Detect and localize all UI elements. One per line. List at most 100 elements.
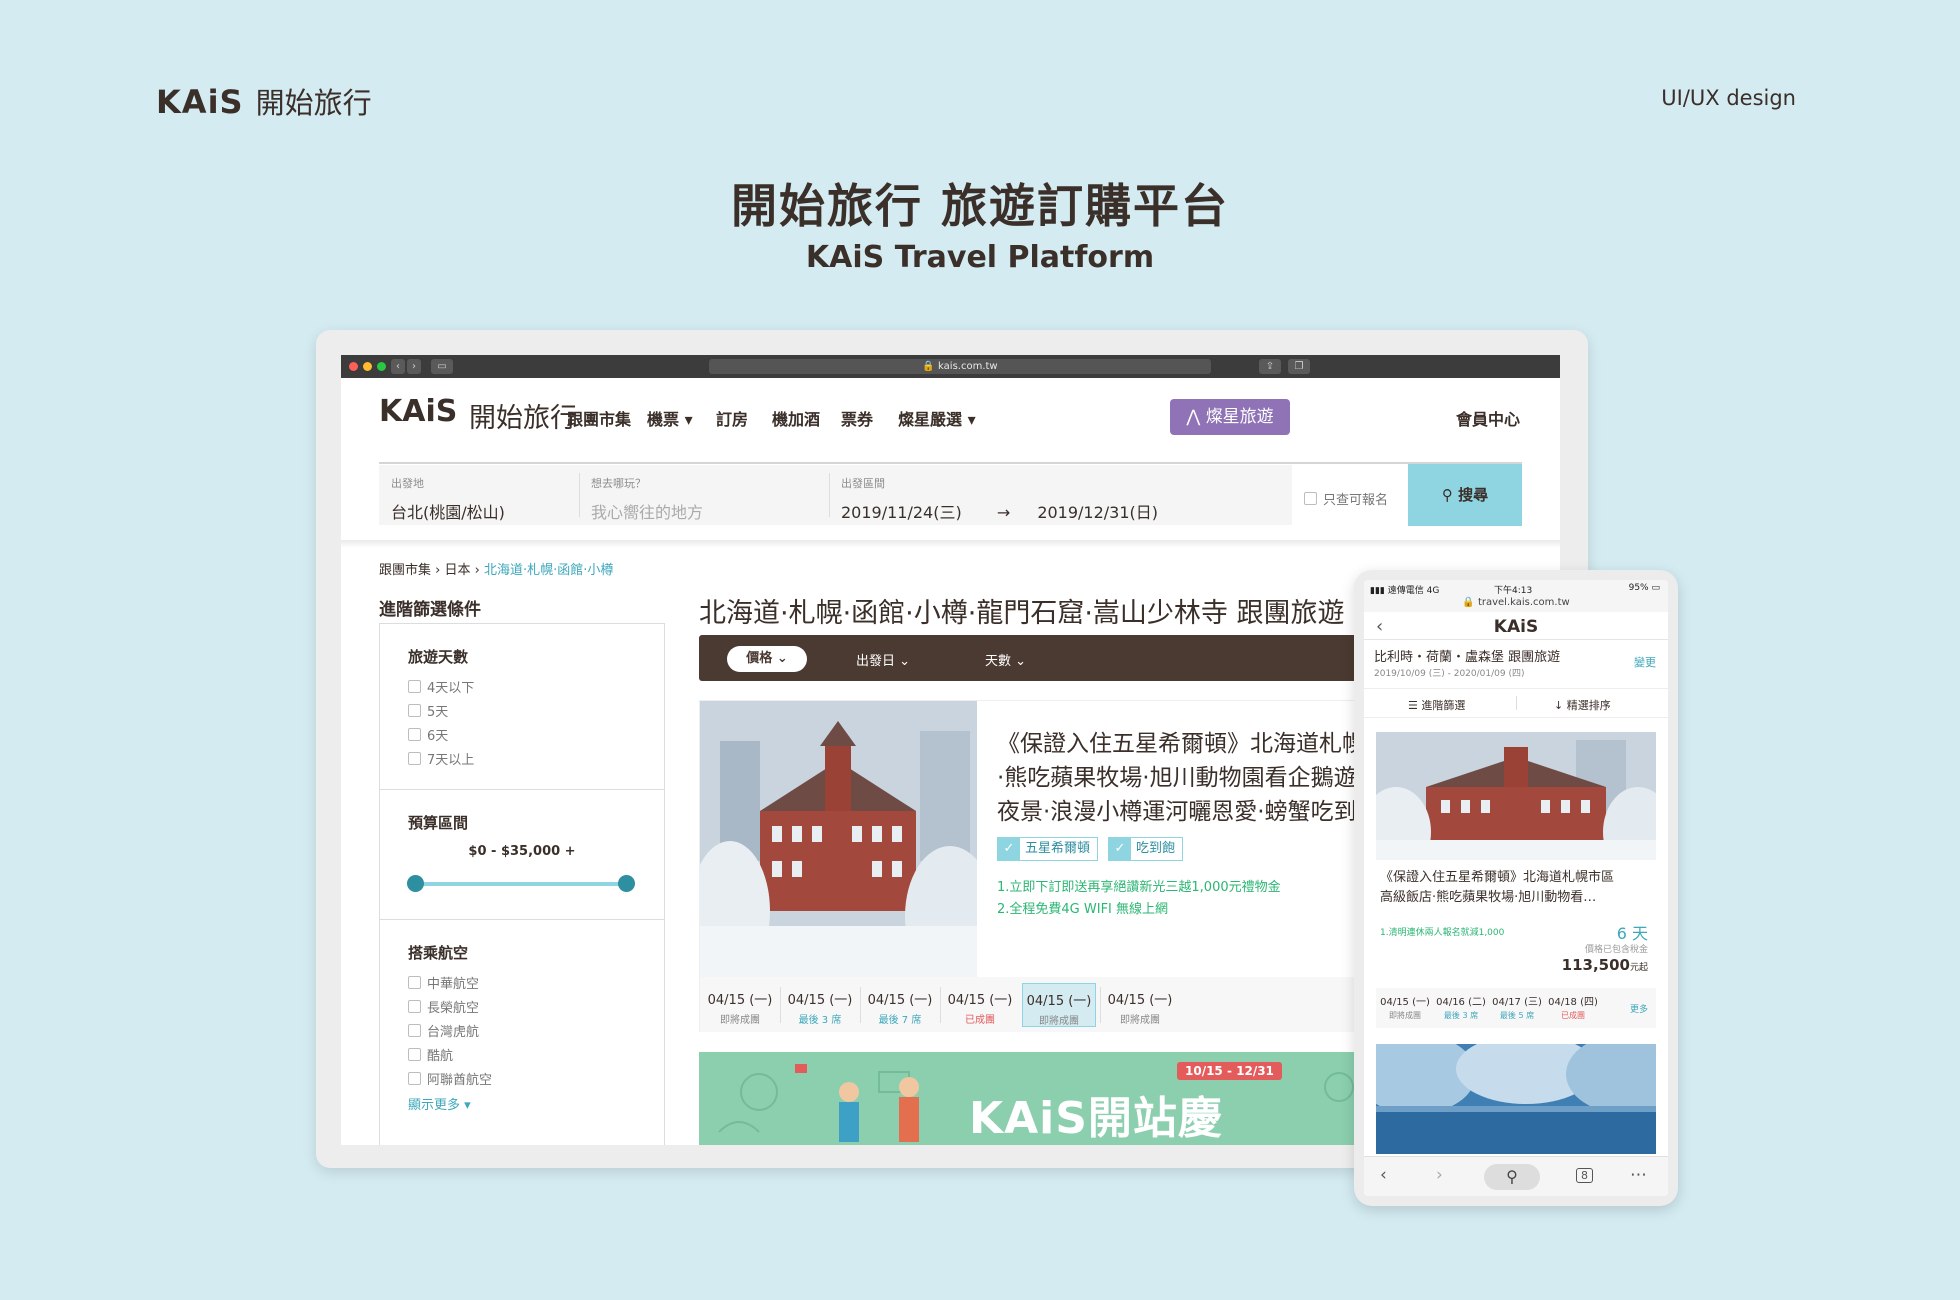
banner-date-badge: 10/15 - 12/31 <box>1177 1062 1282 1080</box>
back-icon[interactable]: ‹ <box>391 359 405 374</box>
airline-option[interactable]: 酷航 <box>408 1045 453 1064</box>
departure-status: 即將成團 <box>720 1015 760 1026</box>
close-window-icon[interactable] <box>349 362 358 371</box>
mobile-departure-date[interactable]: 04/17 (三) 最後 5 席 <box>1488 993 1546 1021</box>
mobile-tour-description[interactable]: 《保證入住五星希爾頓》北海道札幌市區 高級飯店·熊吃蘋果牧場·旭川動物看… <box>1380 868 1614 908</box>
airline-option[interactable]: 中華航空 <box>408 973 479 992</box>
nav-item-selected[interactable]: 燦星嚴選 ▾ <box>898 406 976 430</box>
mobile-departure-date[interactable]: 04/18 (四) 已成團 <box>1544 993 1602 1021</box>
partner-button[interactable]: ⋀ 燦星旅遊 <box>1170 399 1290 435</box>
sidebar-icon[interactable]: ▭ <box>431 359 453 374</box>
nav-item-hotels[interactable]: 訂房 <box>716 406 748 430</box>
budget-slider-max-handle[interactable] <box>618 875 635 892</box>
only-open-label: 只查可報名 <box>1323 493 1389 508</box>
mobile-sort-button[interactable]: ↓ 精選排序 <box>1554 697 1611 713</box>
destination-field[interactable]: 想去哪玩？ 我心嚮往的地方 <box>591 475 703 523</box>
mobile-search-button[interactable]: ⚲ <box>1484 1164 1540 1190</box>
airline-option[interactable]: 長榮航空 <box>408 997 479 1016</box>
site-logo-text[interactable]: 開始旅行 <box>469 396 577 435</box>
mobile-departure-status: 已成團 <box>1561 1011 1585 1020</box>
departure-date[interactable]: 04/15 (一) 即將成團 <box>700 983 780 1027</box>
days-option[interactable]: 7天以上 <box>408 749 474 768</box>
date-range-field[interactable]: 出發區間 2019/11/24(三) → 2019/12/31(日) <box>841 475 1158 523</box>
mobile-departure-date-label: 04/16 (二) <box>1436 997 1486 1008</box>
sort-date-button[interactable]: 出發日 ⌄ <box>856 650 910 669</box>
back-icon[interactable]: ‹ <box>1380 1165 1387 1185</box>
departure-date[interactable]: 04/15 (一) 即將成團 <box>1100 983 1180 1027</box>
breadcrumb: 跟團市集 › 日本 › 北海道·札幌·函館·小樽 <box>379 559 613 578</box>
nav-item-tours[interactable]: 跟團市集 <box>567 406 631 430</box>
member-center-link[interactable]: 會員中心 <box>1456 406 1520 430</box>
tabs-count-icon[interactable]: 8 <box>1576 1168 1593 1183</box>
brand-name: 開始旅行 <box>255 86 372 120</box>
chevron-down-icon: ⌄ <box>899 654 911 669</box>
tabs-icon[interactable]: ❐ <box>1288 359 1310 374</box>
days-option-label: 5天 <box>427 705 449 720</box>
share-icon[interactable]: ⇪ <box>1259 359 1281 374</box>
airline-option-label: 中華航空 <box>427 977 480 992</box>
budget-slider-track[interactable] <box>415 882 627 886</box>
mobile-departure-date[interactable]: 04/16 (二) 最後 3 席 <box>1432 993 1490 1021</box>
nav-item-tickets[interactable]: 票券 <box>841 406 873 430</box>
mobile-logo[interactable]: KAiS <box>1364 617 1668 637</box>
mobile-mockup: ▮▮▮ 遠傳電信 4G 下午4:13 95% ▭ 🔒 travel.kais.c… <box>1354 570 1678 1206</box>
tour-description[interactable]: 《保證入住五星希爾頓》北海道札幌 ·熊吃蘋果牧場·旭川動物園看企鵝遊 夜景·浪漫… <box>997 727 1365 829</box>
arrow-right-icon: → <box>996 503 1011 522</box>
airline-option[interactable]: 台灣虎航 <box>408 1021 479 1040</box>
airline-option-label: 阿聯酋航空 <box>427 1073 493 1088</box>
date-range-label: 出發區間 <box>841 477 885 490</box>
departure-status: 即將成團 <box>1120 1015 1160 1026</box>
mobile-url[interactable]: 🔒 travel.kais.com.tw <box>1364 597 1668 608</box>
mobile-price: 113,500元起 <box>1562 956 1648 974</box>
sort-days-button[interactable]: 天數 ⌄ <box>985 650 1026 669</box>
more-options-icon[interactable]: ⋯ <box>1630 1165 1647 1185</box>
mobile-filter-button[interactable]: ☰ 進階篩選 <box>1408 697 1465 713</box>
change-search-link[interactable]: 變更 <box>1634 654 1656 670</box>
checkbox-icon <box>408 728 421 741</box>
search-icon: ⚲ <box>1506 1167 1518 1186</box>
mobile-price-value: 113,500 <box>1561 956 1630 974</box>
mobile-screen: ▮▮▮ 遠傳電信 4G 下午4:13 95% ▭ 🔒 travel.kais.c… <box>1364 580 1668 1196</box>
slide-title: 開始旅行 旅遊訂購平台 <box>730 179 1229 233</box>
show-more-link[interactable]: 顯示更多 ▾ <box>408 1094 471 1113</box>
breadcrumb-item[interactable]: 跟團市集 <box>379 563 431 578</box>
only-open-checkbox[interactable]: 只查可報名 <box>1304 489 1388 508</box>
days-option[interactable]: 4天以下 <box>408 677 474 696</box>
departure-date[interactable]: 04/15 (一) 最後 3 席 <box>780 983 860 1027</box>
departure-date[interactable]: 04/15 (一) 已成團 <box>940 983 1020 1027</box>
nav-item-packages[interactable]: 機加酒 <box>772 406 820 430</box>
departure-date[interactable]: 04/15 (一) 最後 7 席 <box>860 983 940 1027</box>
search-button[interactable]: ⚲ 搜尋 <box>1408 464 1522 526</box>
departure-date-selected[interactable]: 04/15 (一) 即將成團 <box>1022 983 1096 1027</box>
maximize-window-icon[interactable] <box>377 362 386 371</box>
breadcrumb-item[interactable]: 日本 <box>445 563 471 578</box>
origin-field[interactable]: 出發地 台北(桃園/松山) <box>391 475 505 523</box>
mobile-filter-label: 進階篩選 <box>1421 699 1466 712</box>
mobile-tour-photo-2[interactable] <box>1376 1044 1656 1154</box>
mobile-more-dates-link[interactable]: 更多 <box>1630 1002 1648 1015</box>
sort-days-label: 天數 <box>985 654 1012 669</box>
site-nav: KAiS 開始旅行 跟團市集 機票 ▾ 訂房 機加酒 票券 燦星嚴選 ▾ ⋀ 燦… <box>341 378 1560 464</box>
destination-placeholder: 我心嚮往的地方 <box>591 503 704 522</box>
origin-value: 台北(桃園/松山) <box>391 503 505 522</box>
divider <box>829 473 830 517</box>
departure-date-label: 04/15 (一) <box>707 993 773 1008</box>
nav-item-selected-label: 燦星嚴選 <box>898 410 963 429</box>
forward-icon[interactable]: › <box>407 359 421 374</box>
budget-slider-min-handle[interactable] <box>407 875 424 892</box>
promo-line: 2.全程免費4G WIFI 無線上網 <box>997 902 1169 917</box>
nav-item-flights[interactable]: 機票 ▾ <box>647 406 693 430</box>
days-option[interactable]: 6天 <box>408 725 448 744</box>
forward-icon[interactable]: › <box>1436 1165 1443 1185</box>
minimize-window-icon[interactable] <box>363 362 372 371</box>
airline-option[interactable]: 阿聯酋航空 <box>408 1069 492 1088</box>
site-logo[interactable]: KAiS <box>379 394 457 429</box>
sort-price-label: 價格 <box>746 651 773 666</box>
mobile-departure-date[interactable]: 04/15 (一) 即將成團 <box>1376 993 1434 1021</box>
slide-brand: KAiS 開始旅行 <box>156 80 372 122</box>
brand-logo: KAiS <box>156 83 244 121</box>
mobile-tour-photo[interactable] <box>1376 732 1656 860</box>
url-bar[interactable]: 🔒 kais.com.tw <box>709 359 1211 374</box>
sort-price-button[interactable]: 價格 ⌄ <box>727 646 807 672</box>
days-option[interactable]: 5天 <box>408 701 448 720</box>
